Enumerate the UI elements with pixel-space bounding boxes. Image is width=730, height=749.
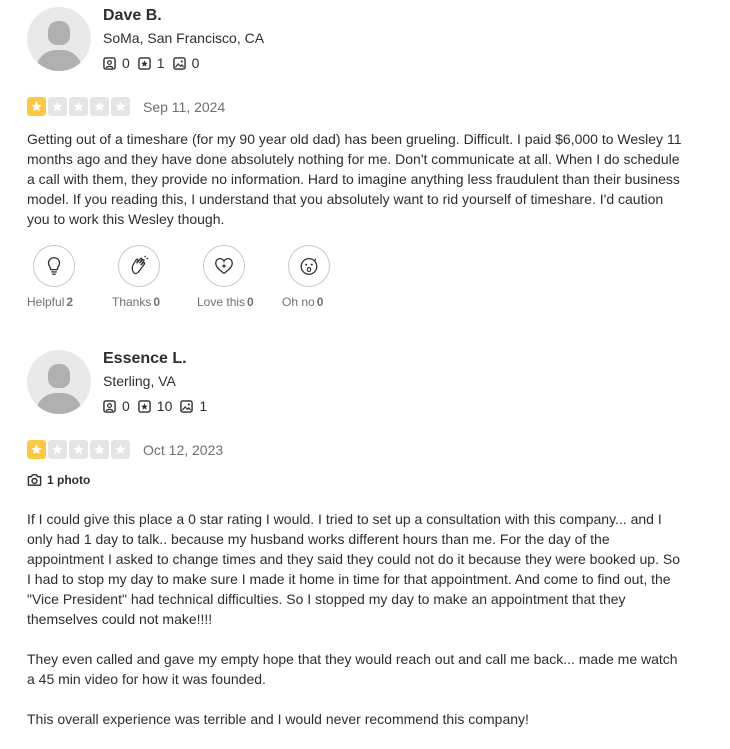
reaction-label: Love this0 xyxy=(197,295,282,309)
user-stats: 0 1 0 xyxy=(103,55,207,71)
avatar[interactable] xyxy=(27,350,91,414)
avatar-body xyxy=(36,393,82,414)
photo-link[interactable]: 1 photo xyxy=(27,473,90,487)
lightbulb-icon[interactable] xyxy=(33,245,75,287)
shocked-face-icon[interactable] xyxy=(288,245,330,287)
user-location: Sterling, VA xyxy=(103,373,176,389)
reaction-label: Thanks0 xyxy=(112,295,197,309)
photos-count: 1 xyxy=(199,398,207,414)
review-date: Sep 11, 2024 xyxy=(143,99,225,115)
user-stats: 0 10 1 xyxy=(103,398,215,414)
photo-icon xyxy=(173,57,186,70)
reaction-helpful[interactable]: Helpful2 xyxy=(27,245,112,309)
review-paragraph: This overall experience was terrible and… xyxy=(27,709,687,729)
star-rating xyxy=(27,440,132,459)
reviews-stat: 10 xyxy=(138,398,173,414)
reaction-thanks[interactable]: Thanks0 xyxy=(112,245,197,309)
user-name[interactable]: Essence L. xyxy=(103,350,187,368)
user-location: SoMa, San Francisco, CA xyxy=(103,30,264,46)
star-icon xyxy=(48,97,67,116)
reviews-stat: 1 xyxy=(138,55,165,71)
star-icon xyxy=(111,97,130,116)
reaction-label: Helpful2 xyxy=(27,295,112,309)
star-icon xyxy=(27,440,46,459)
photos-stat: 1 xyxy=(180,398,207,414)
reaction-bar: Helpful2 Thanks0 Love this0 Oh no0 xyxy=(27,245,367,309)
reaction-label: Oh no0 xyxy=(282,295,367,309)
avatar-body xyxy=(36,50,82,71)
star-icon xyxy=(69,440,88,459)
friends-icon xyxy=(103,400,116,413)
star-icon xyxy=(27,97,46,116)
review-text: If I could give this place a 0 star rati… xyxy=(27,509,687,749)
photos-stat: 0 xyxy=(173,55,200,71)
star-icon xyxy=(48,440,67,459)
review-star-icon xyxy=(138,57,151,70)
reaction-count: 0 xyxy=(247,295,254,309)
reviews-count: 10 xyxy=(157,398,173,414)
review-date: Oct 12, 2023 xyxy=(143,442,223,458)
friends-count: 0 xyxy=(122,55,130,71)
review-paragraph: Getting out of a timeshare (for my 90 ye… xyxy=(27,129,687,229)
star-icon xyxy=(111,440,130,459)
star-rating xyxy=(27,97,132,116)
reaction-count: 0 xyxy=(317,295,324,309)
friends-count: 0 xyxy=(122,398,130,414)
avatar-head xyxy=(48,364,70,388)
reaction-count: 2 xyxy=(66,295,73,309)
review-text: Getting out of a timeshare (for my 90 ye… xyxy=(27,129,687,249)
user-name[interactable]: Dave B. xyxy=(103,7,162,25)
photo-icon xyxy=(180,400,193,413)
star-icon xyxy=(90,440,109,459)
clapping-hands-icon[interactable] xyxy=(118,245,160,287)
review-card: Dave B. SoMa, San Francisco, CA 0 1 0 Se… xyxy=(27,7,707,317)
review-paragraph: They even called and gave my empty hope … xyxy=(27,649,687,689)
friends-icon xyxy=(103,57,116,70)
avatar-head xyxy=(48,21,70,45)
star-icon xyxy=(69,97,88,116)
friends-stat: 0 xyxy=(103,398,130,414)
reviews-count: 1 xyxy=(157,55,165,71)
review-card: Essence L. Sterling, VA 0 10 1 Oct 12, 2… xyxy=(27,350,707,747)
review-paragraph: If I could give this place a 0 star rati… xyxy=(27,509,687,629)
star-icon xyxy=(90,97,109,116)
avatar[interactable] xyxy=(27,7,91,71)
reaction-count: 0 xyxy=(153,295,160,309)
reaction-oh-no[interactable]: Oh no0 xyxy=(282,245,367,309)
photo-link-label: 1 photo xyxy=(47,473,90,487)
review-star-icon xyxy=(138,400,151,413)
reaction-love-this[interactable]: Love this0 xyxy=(197,245,282,309)
photos-count: 0 xyxy=(192,55,200,71)
heart-sparkle-icon[interactable] xyxy=(203,245,245,287)
camera-icon xyxy=(27,473,42,487)
friends-stat: 0 xyxy=(103,55,130,71)
